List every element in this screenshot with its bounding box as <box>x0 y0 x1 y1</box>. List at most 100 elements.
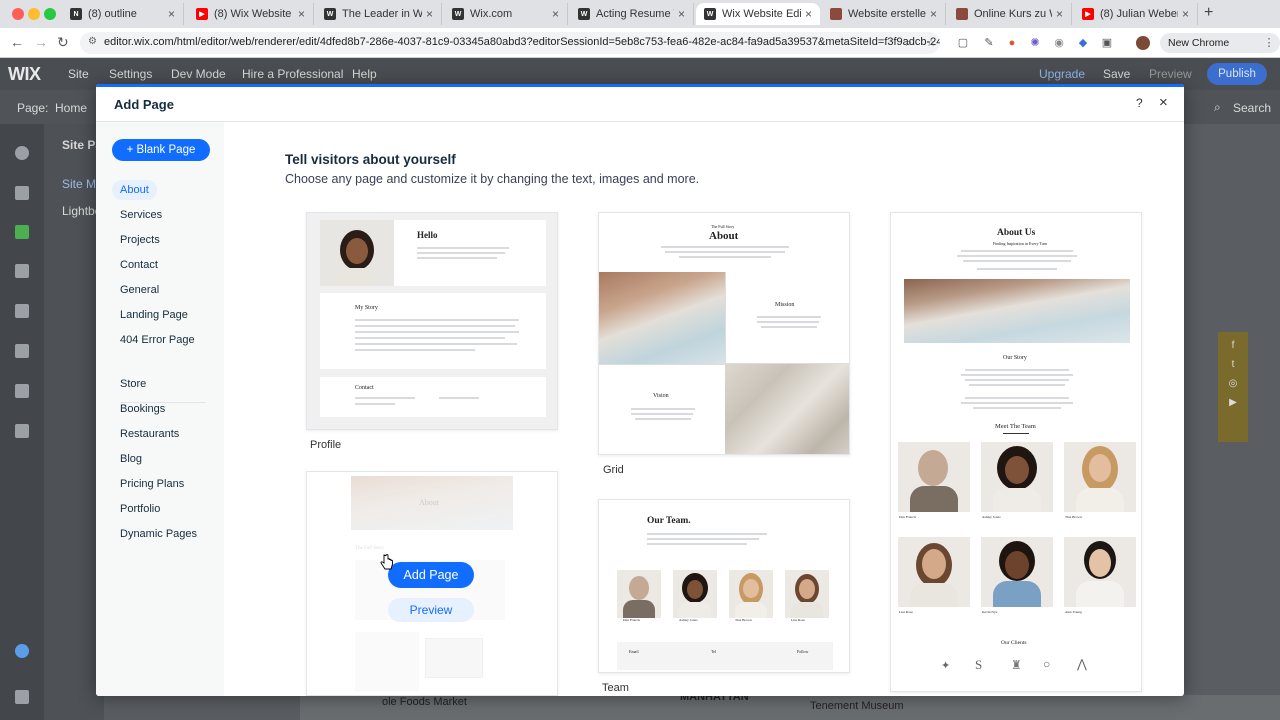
extensions-puzzle-icon[interactable]: ▣ <box>1100 36 1114 50</box>
cms-icon[interactable] <box>15 424 29 438</box>
close-icon[interactable]: × <box>1159 94 1168 111</box>
template-card-grid[interactable]: The Full Story About Mission Vision <box>598 212 850 455</box>
extension-icon[interactable]: ● <box>1005 36 1019 50</box>
category-services[interactable]: Services <box>112 205 170 225</box>
browser-tab[interactable]: ▶ (8) Julian Weber - Yo× <box>1074 3 1198 25</box>
instagram-icon[interactable]: ◎ <box>1218 378 1248 389</box>
search-icon[interactable]: ⌕ <box>1214 100 1221 115</box>
menu-dev-mode[interactable]: Dev Mode <box>171 67 226 81</box>
add-section-icon[interactable] <box>15 186 29 200</box>
category-restaurants[interactable]: Restaurants <box>112 424 187 444</box>
close-tab-icon[interactable]: × <box>1182 7 1189 21</box>
browser-tab[interactable]: Website erstellen mi× <box>822 3 946 25</box>
template-card-team[interactable]: Our Team. Dan Francis Ashley Jones Tina … <box>598 499 850 673</box>
team-member-name: Ashley Jones <box>982 515 1001 519</box>
profile-hello: Hello <box>417 230 438 240</box>
template-card-about-us[interactable]: About Us Finding Inspiration in Every Tu… <box>890 212 1142 692</box>
category-blog[interactable]: Blog <box>112 449 150 469</box>
ai-assistant-icon[interactable] <box>15 644 29 658</box>
extension-icon[interactable]: ◉ <box>1052 36 1066 50</box>
close-tab-icon[interactable]: × <box>552 7 559 21</box>
menu-settings[interactable]: Settings <box>109 67 152 81</box>
bookmark-star-icon[interactable]: ☆ <box>924 36 938 50</box>
browser-tab[interactable]: ▶ (8) Wix Website Tuto× <box>188 3 314 25</box>
pen-icon[interactable]: ✎ <box>982 36 996 50</box>
close-window-icon[interactable] <box>12 8 24 20</box>
browser-tab[interactable]: W Wix.com × <box>444 3 568 25</box>
twitter-icon[interactable]: t <box>1218 359 1248 370</box>
social-bar: f t ◎ ▶ <box>1218 332 1248 442</box>
blank-page-button[interactable]: + Blank Page <box>112 139 210 161</box>
category-landing-page[interactable]: Landing Page <box>112 305 196 325</box>
facebook-icon[interactable]: f <box>1218 340 1248 351</box>
search-button[interactable]: Search <box>1233 101 1271 115</box>
close-tab-icon[interactable]: × <box>805 7 812 21</box>
close-tab-icon[interactable]: × <box>298 7 305 21</box>
close-tab-icon[interactable]: × <box>426 7 433 21</box>
team-title: Our Team. <box>647 516 691 526</box>
browser-tab[interactable]: Online Kurs zu Wix, I× <box>948 3 1072 25</box>
menu-help[interactable]: Help <box>352 67 377 81</box>
site-info-icon[interactable]: ⚙ <box>88 36 97 47</box>
add-page-button[interactable]: Add Page <box>388 562 474 588</box>
more-menu-icon[interactable]: ⋮ <box>1262 36 1276 50</box>
category-general[interactable]: General <box>112 280 167 300</box>
menu-hire-professional[interactable]: Hire a Professional <box>242 67 343 81</box>
close-tab-icon[interactable]: × <box>168 7 175 21</box>
notion-icon: N <box>70 8 82 20</box>
close-tab-icon[interactable]: × <box>1056 7 1063 21</box>
team-photo <box>673 570 717 618</box>
zoom-icon[interactable]: ⌕ <box>902 36 916 50</box>
page-selector[interactable]: Home <box>55 101 87 115</box>
app-market-icon[interactable] <box>15 304 29 318</box>
category-portfolio[interactable]: Portfolio <box>112 499 168 519</box>
category-store[interactable]: Store <box>112 374 154 394</box>
category-projects[interactable]: Projects <box>112 230 168 250</box>
forward-icon[interactable]: → <box>34 34 48 50</box>
browser-tab[interactable]: W The Leader in Websi× <box>316 3 442 25</box>
help-icon[interactable]: ? <box>1136 96 1143 110</box>
business-apps-icon[interactable] <box>15 344 29 358</box>
pages-icon[interactable] <box>15 225 29 239</box>
category-404-error-page[interactable]: 404 Error Page <box>112 330 203 350</box>
design-icon[interactable] <box>15 264 29 278</box>
browser-tab[interactable]: N (8) outline × <box>62 3 184 25</box>
layers-icon[interactable] <box>15 690 29 704</box>
save-button[interactable]: Save <box>1103 67 1130 81</box>
category-pricing-plans[interactable]: Pricing Plans <box>112 474 192 494</box>
team-member-name: Dan Francis <box>899 515 917 519</box>
youtube-icon[interactable]: ▶ <box>1218 397 1248 408</box>
team-photo <box>785 570 829 618</box>
minimize-window-icon[interactable] <box>28 8 40 20</box>
browser-tab[interactable]: W Acting Resume Webs× <box>570 3 694 25</box>
screenshot-icon[interactable]: ▢ <box>956 36 970 50</box>
about-us-title: About Us <box>997 228 1036 238</box>
url-field[interactable]: ⚙ editor.wix.com/html/editor/web/rendere… <box>80 32 940 54</box>
template-card-profile[interactable]: Hello My Story Contact <box>306 212 558 430</box>
preview-button[interactable]: Preview <box>1149 67 1192 81</box>
close-tab-icon[interactable]: × <box>678 7 685 21</box>
reload-icon[interactable]: ↻ <box>57 34 69 51</box>
preview-template-button[interactable]: Preview <box>388 598 474 622</box>
media-icon[interactable] <box>15 384 29 398</box>
team-photo <box>1064 442 1136 512</box>
category-bookings[interactable]: Bookings <box>112 399 173 419</box>
about-hover-title: About <box>419 498 439 507</box>
browser-tab-active[interactable]: W Wix Website Editor |× <box>696 3 820 25</box>
extension-icon[interactable]: ✺ <box>1028 36 1042 50</box>
add-elements-icon[interactable] <box>15 146 29 160</box>
extension-icon[interactable]: ◆ <box>1076 36 1090 50</box>
category-contact[interactable]: Contact <box>112 255 166 275</box>
avatar[interactable] <box>1136 36 1150 50</box>
back-icon[interactable]: ← <box>10 34 24 50</box>
publish-button[interactable]: Publish <box>1207 63 1267 85</box>
menu-site[interactable]: Site <box>68 67 89 81</box>
category-about[interactable]: About <box>112 180 157 200</box>
upgrade-button[interactable]: Upgrade <box>1039 67 1085 81</box>
team-photo <box>617 570 661 618</box>
maximize-window-icon[interactable] <box>44 8 56 20</box>
team-member-name: Lisa Rose <box>899 610 913 614</box>
new-tab-icon[interactable]: + <box>1204 4 1213 22</box>
category-dynamic-pages[interactable]: Dynamic Pages <box>112 524 205 544</box>
close-tab-icon[interactable]: × <box>930 7 937 21</box>
